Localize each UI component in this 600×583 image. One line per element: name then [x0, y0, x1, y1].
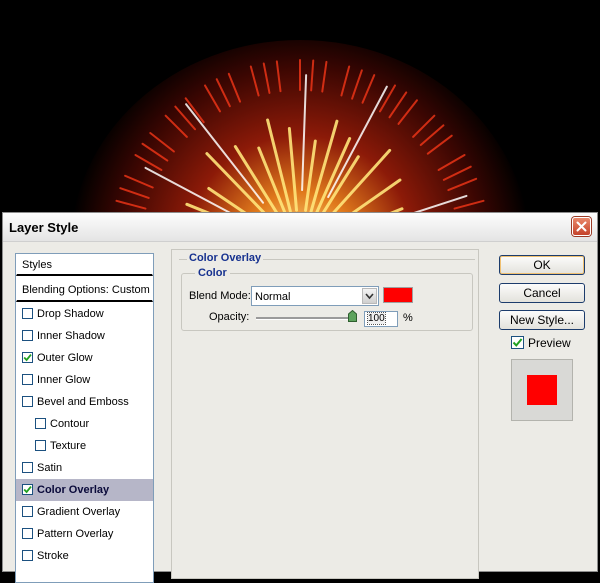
close-icon	[576, 221, 587, 232]
style-item-contour[interactable]: Contour	[16, 413, 153, 435]
blend-mode-label: Blend Mode:	[189, 290, 251, 302]
style-checkbox[interactable]	[22, 528, 33, 539]
blending-options-item[interactable]: Blending Options: Custom	[16, 278, 153, 302]
style-checkbox[interactable]	[35, 418, 46, 429]
styles-list: Styles Blending Options: Custom Drop Sha…	[15, 253, 154, 583]
style-checkbox[interactable]	[22, 308, 33, 319]
canvas-artwork	[0, 0, 600, 240]
opacity-slider-thumb[interactable]	[348, 310, 357, 322]
style-item-label: Satin	[37, 462, 63, 474]
blend-mode-select[interactable]: Normal	[251, 286, 379, 306]
dialog-title: Layer Style	[9, 220, 79, 235]
style-checkbox[interactable]	[22, 374, 33, 385]
style-item-pattern-overlay[interactable]: Pattern Overlay	[16, 523, 153, 545]
preview-swatch	[527, 375, 557, 405]
cancel-button[interactable]: Cancel	[499, 283, 585, 303]
style-item-label: Inner Glow	[37, 374, 91, 386]
title-bar: Layer Style	[3, 213, 597, 242]
style-item-inner-shadow[interactable]: Inner Shadow	[16, 325, 153, 347]
style-checkbox[interactable]	[22, 484, 33, 495]
color-group-title: Color	[195, 267, 230, 279]
layer-style-dialog: Layer Style Styles Blending Options: Cus…	[2, 212, 598, 583]
style-item-texture[interactable]: Texture	[16, 435, 153, 457]
style-item-label: Outer Glow	[37, 352, 93, 364]
preview-label: Preview	[528, 336, 571, 350]
styles-header[interactable]: Styles	[16, 254, 153, 276]
dropdown-arrow[interactable]	[362, 288, 377, 304]
style-item-label: Bevel and Emboss	[37, 396, 129, 408]
style-checkbox[interactable]	[22, 506, 33, 517]
opacity-value: 100	[367, 312, 386, 325]
style-checkbox[interactable]	[22, 352, 33, 363]
blend-mode-value: Normal	[255, 291, 291, 303]
preview-checkbox[interactable]	[511, 336, 524, 349]
style-item-label: Contour	[50, 418, 90, 430]
chevron-down-icon	[365, 293, 374, 300]
style-item-label: Pattern Overlay	[37, 528, 114, 540]
opacity-input[interactable]: 100	[364, 311, 398, 327]
style-item-gradient-overlay[interactable]: Gradient Overlay	[16, 501, 153, 523]
opacity-unit: %	[403, 312, 413, 324]
overlay-color-swatch[interactable]	[383, 287, 413, 303]
style-item-outer-glow[interactable]: Outer Glow	[16, 347, 153, 369]
style-item-bevel-and-emboss[interactable]: Bevel and Emboss	[16, 391, 153, 413]
style-checkbox[interactable]	[22, 550, 33, 561]
opacity-label: Opacity:	[209, 311, 250, 323]
style-item-label: Inner Shadow	[37, 330, 105, 342]
section-title: Color Overlay	[187, 252, 264, 264]
style-checkbox[interactable]	[35, 440, 46, 451]
ok-button[interactable]: OK	[499, 255, 585, 275]
opacity-slider-track[interactable]	[256, 317, 357, 320]
style-item-label: Texture	[50, 440, 87, 452]
style-item-inner-glow[interactable]: Inner Glow	[16, 369, 153, 391]
style-item-drop-shadow[interactable]: Drop Shadow	[16, 303, 153, 325]
style-item-satin[interactable]: Satin	[16, 457, 153, 479]
close-button[interactable]	[572, 217, 591, 236]
style-checkbox[interactable]	[22, 462, 33, 473]
style-checkbox[interactable]	[22, 330, 33, 341]
style-preview	[511, 359, 573, 421]
style-item-label: Gradient Overlay	[37, 506, 121, 518]
style-item-label: Stroke	[37, 550, 69, 562]
style-item-color-overlay[interactable]: Color Overlay	[16, 479, 153, 501]
style-checkbox[interactable]	[22, 396, 33, 407]
style-item-label: Color Overlay	[37, 484, 110, 496]
new-style-button[interactable]: New Style...	[499, 310, 585, 330]
style-item-label: Drop Shadow	[37, 308, 104, 320]
style-item-stroke[interactable]: Stroke	[16, 545, 153, 567]
